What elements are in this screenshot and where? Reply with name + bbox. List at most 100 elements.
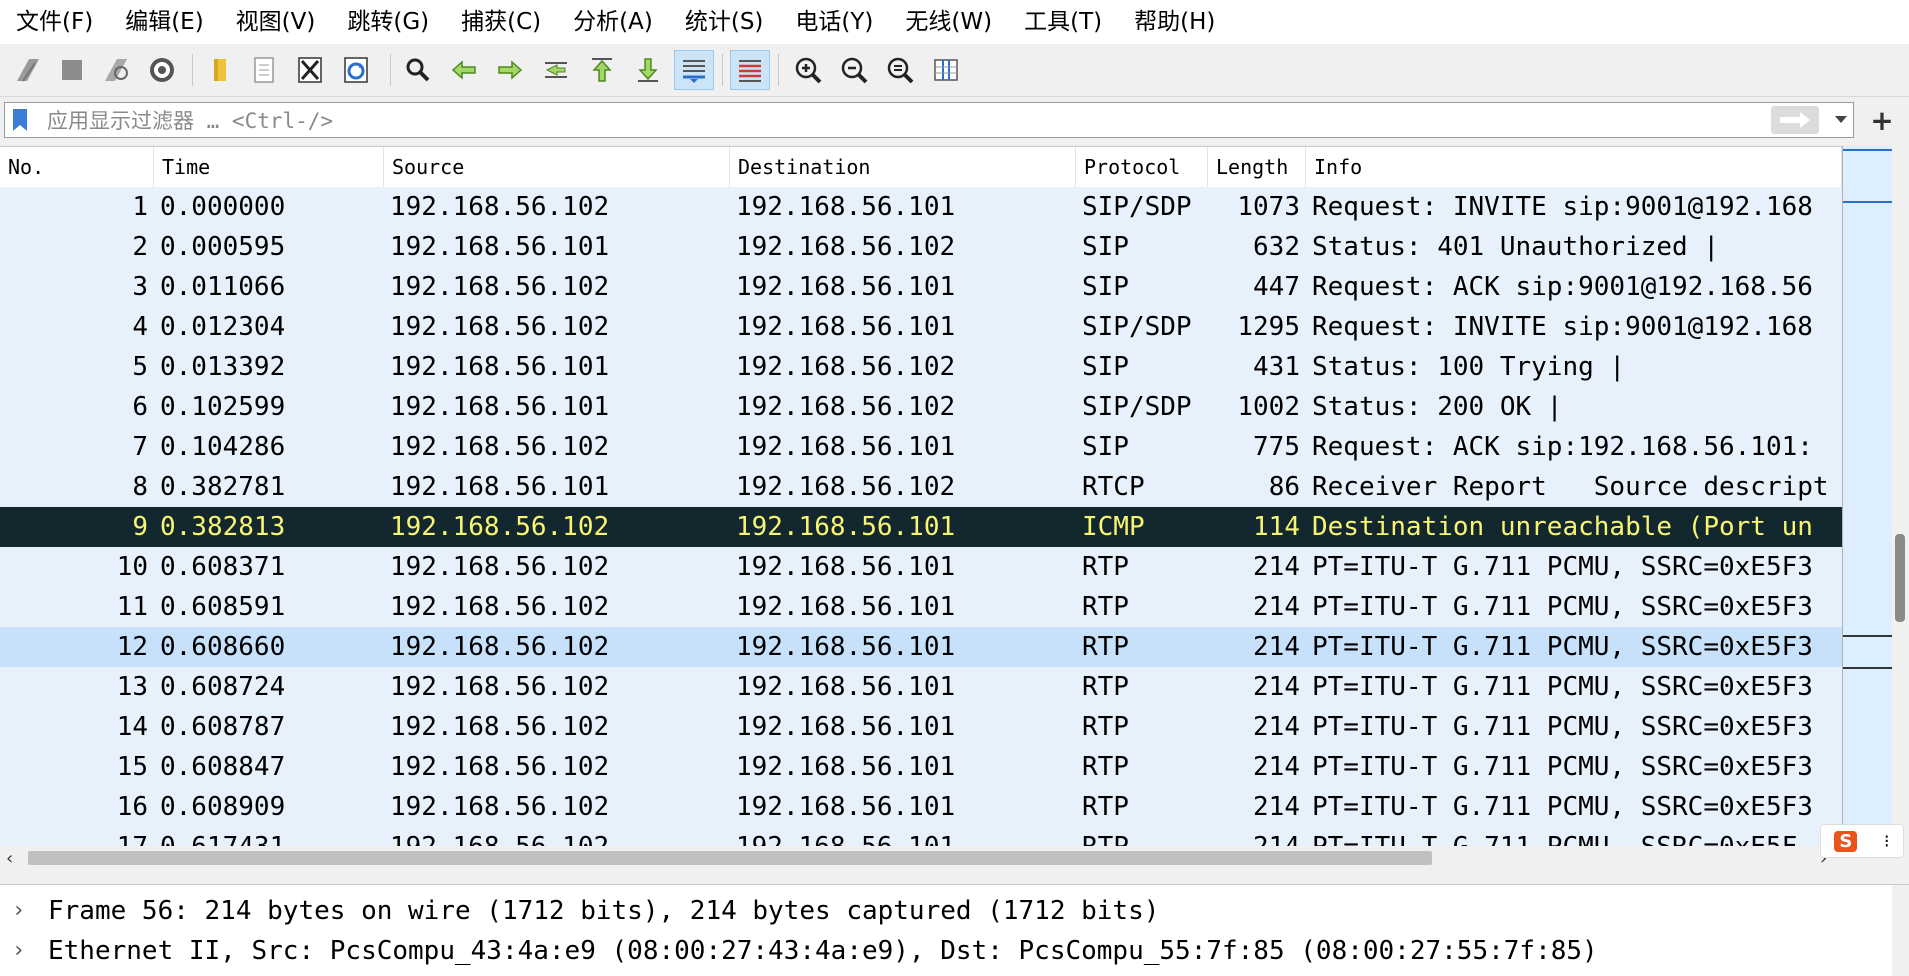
cell-time: 0.011066: [160, 272, 286, 302]
column-header[interactable]: Length: [1208, 147, 1306, 187]
cell-proto: RTP: [1082, 792, 1129, 822]
cell-dst: 192.168.56.101: [736, 512, 956, 542]
menu-item[interactable]: 工具(T): [1008, 0, 1118, 44]
column-header[interactable]: Destination: [730, 147, 1076, 187]
table-row[interactable]: 6 0.102599 192.168.56.101 192.168.56.102 SIP…: [0, 387, 1842, 427]
go-last-packet-icon[interactable]: [628, 50, 668, 90]
column-header[interactable]: Source: [384, 147, 730, 187]
column-header[interactable]: No.: [0, 147, 154, 187]
menu-item[interactable]: 跳转(G): [331, 0, 445, 44]
zoom-out-icon[interactable]: [834, 50, 874, 90]
ime-options-icon[interactable]: ⁝: [1884, 831, 1890, 852]
colorize-icon[interactable]: [730, 50, 770, 90]
menu-item[interactable]: 分析(A): [557, 0, 669, 44]
cell-time: 0.382781: [160, 472, 286, 502]
cell-src: 192.168.56.102: [390, 312, 610, 342]
menu-item[interactable]: 捕获(C): [445, 0, 557, 44]
cell-src: 192.168.56.102: [390, 752, 610, 782]
menu-item[interactable]: 视图(V): [220, 0, 332, 44]
restart-capture-icon[interactable]: [96, 50, 136, 90]
cell-dst: 192.168.56.101: [736, 792, 956, 822]
menu-item[interactable]: 文件(F): [0, 0, 109, 44]
detail-tree-item[interactable]: › Ethernet II, Src: PcsCompu_43:4a:e9 (08…: [0, 931, 1890, 971]
bookmark-icon[interactable]: [9, 108, 33, 132]
detail-tree-item[interactable]: › Frame 56: 214 bytes on wire (1712 bits)…: [0, 891, 1890, 931]
cell-info: Destination unreachable (Port un: [1312, 512, 1813, 542]
table-row[interactable]: 7 0.104286 192.168.56.102 192.168.56.101 SIP…: [0, 427, 1842, 467]
cell-no: 4: [132, 312, 148, 342]
apply-filter-button[interactable]: [1771, 106, 1819, 134]
resize-columns-icon[interactable]: [926, 50, 966, 90]
menu-item[interactable]: 编辑(E): [109, 0, 219, 44]
table-row[interactable]: 4 0.012304 192.168.56.102 192.168.56.101 SIP…: [0, 307, 1842, 347]
reload-file-icon[interactable]: [336, 50, 376, 90]
display-filter-input[interactable]: [45, 105, 1749, 137]
table-row[interactable]: 16 0.608909 192.168.56.102 192.168.56.101 RT…: [0, 787, 1842, 827]
cell-dst: 192.168.56.102: [736, 392, 956, 422]
cell-dst: 192.168.56.101: [736, 832, 956, 847]
table-row[interactable]: 1 0.000000 192.168.56.102 192.168.56.101 SIP…: [0, 187, 1842, 227]
table-row[interactable]: 5 0.013392 192.168.56.101 192.168.56.102 SIP…: [0, 347, 1842, 387]
input-method-badge[interactable]: S ⁝: [1820, 824, 1904, 858]
table-row[interactable]: 8 0.382781 192.168.56.101 192.168.56.102 RTC…: [0, 467, 1842, 507]
table-row[interactable]: 14 0.608787 192.168.56.102 192.168.56.101 RT…: [0, 707, 1842, 747]
cell-info: PT=ITU-T G.711 PCMU, SSRC=0xE5F3: [1312, 792, 1813, 822]
cell-len: 214: [1253, 792, 1300, 822]
start-capture-icon[interactable]: [8, 50, 48, 90]
table-row[interactable]: 3 0.011066 192.168.56.102 192.168.56.101 SIP…: [0, 267, 1842, 307]
menu-item[interactable]: 无线(W): [889, 0, 1008, 44]
column-header[interactable]: Info: [1306, 147, 1842, 187]
table-row[interactable]: 2 0.000595 192.168.56.101 192.168.56.102 SIP…: [0, 227, 1842, 267]
cell-proto: SIP/SDP: [1082, 192, 1192, 222]
table-row[interactable]: 13 0.608724 192.168.56.102 192.168.56.101 RT…: [0, 667, 1842, 707]
cell-proto: RTCP: [1082, 472, 1145, 502]
packet-list-horizontal-scrollbar[interactable]: ‹ ›: [0, 846, 1842, 870]
go-first-packet-icon[interactable]: [582, 50, 622, 90]
cell-len: 431: [1253, 352, 1300, 382]
save-file-icon[interactable]: [244, 50, 284, 90]
capture-options-icon[interactable]: [142, 50, 182, 90]
stop-capture-icon[interactable]: [52, 50, 92, 90]
go-to-packet-icon[interactable]: [536, 50, 576, 90]
table-row[interactable]: 12 0.608660 192.168.56.102 192.168.56.101 RT…: [0, 627, 1842, 667]
cell-no: 7: [132, 432, 148, 462]
menu-item[interactable]: 统计(S): [669, 0, 780, 44]
column-header[interactable]: Time: [154, 147, 384, 187]
vertical-scroll-thumb[interactable]: [1895, 534, 1905, 622]
chevron-right-icon[interactable]: ›: [12, 931, 25, 971]
go-back-icon[interactable]: [444, 50, 484, 90]
scroll-left-icon[interactable]: ‹: [6, 848, 13, 869]
cell-src: 192.168.56.101: [390, 352, 610, 382]
add-filter-button[interactable]: +: [1862, 102, 1902, 138]
table-row[interactable]: 9 0.382813 192.168.56.102 192.168.56.101 ICM…: [0, 507, 1842, 547]
packet-list-vertical-scrollbar[interactable]: [1892, 146, 1909, 846]
table-row[interactable]: 10 0.608371 192.168.56.102 192.168.56.101 RT…: [0, 547, 1842, 587]
packet-minimap[interactable]: [1842, 146, 1893, 846]
table-row[interactable]: 15 0.608847 192.168.56.102 192.168.56.101 RT…: [0, 747, 1842, 787]
cell-len: 214: [1253, 712, 1300, 742]
cell-dst: 192.168.56.101: [736, 672, 956, 702]
cell-src: 192.168.56.101: [390, 392, 610, 422]
cell-src: 192.168.56.102: [390, 672, 610, 702]
go-forward-icon[interactable]: [490, 50, 530, 90]
filter-history-dropdown[interactable]: [1829, 107, 1853, 133]
cell-info: Receiver Report Source descript: [1312, 472, 1829, 502]
menu-item[interactable]: 帮助(H): [1118, 0, 1231, 44]
column-header[interactable]: Protocol: [1076, 147, 1208, 187]
table-row[interactable]: 11 0.608591 192.168.56.102 192.168.56.101 RT…: [0, 587, 1842, 627]
cell-dst: 192.168.56.101: [736, 632, 956, 662]
close-file-icon[interactable]: [290, 50, 330, 90]
find-packet-icon[interactable]: [398, 50, 438, 90]
chevron-right-icon[interactable]: ›: [12, 891, 25, 931]
cell-proto: RTP: [1082, 672, 1129, 702]
zoom-in-icon[interactable]: [788, 50, 828, 90]
details-vertical-scrollbar[interactable]: [1892, 885, 1909, 976]
table-row[interactable]: 17 0.617431 192.168.56.102 192.168.56.101 RT…: [0, 827, 1842, 847]
open-file-icon[interactable]: [200, 50, 240, 90]
cell-dst: 192.168.56.101: [736, 432, 956, 462]
zoom-normal-icon[interactable]: [880, 50, 920, 90]
horizontal-scroll-thumb[interactable]: [28, 851, 1432, 865]
auto-scroll-icon[interactable]: [674, 50, 714, 90]
menu-item[interactable]: 电话(Y): [779, 0, 889, 44]
cell-len: 214: [1253, 632, 1300, 662]
